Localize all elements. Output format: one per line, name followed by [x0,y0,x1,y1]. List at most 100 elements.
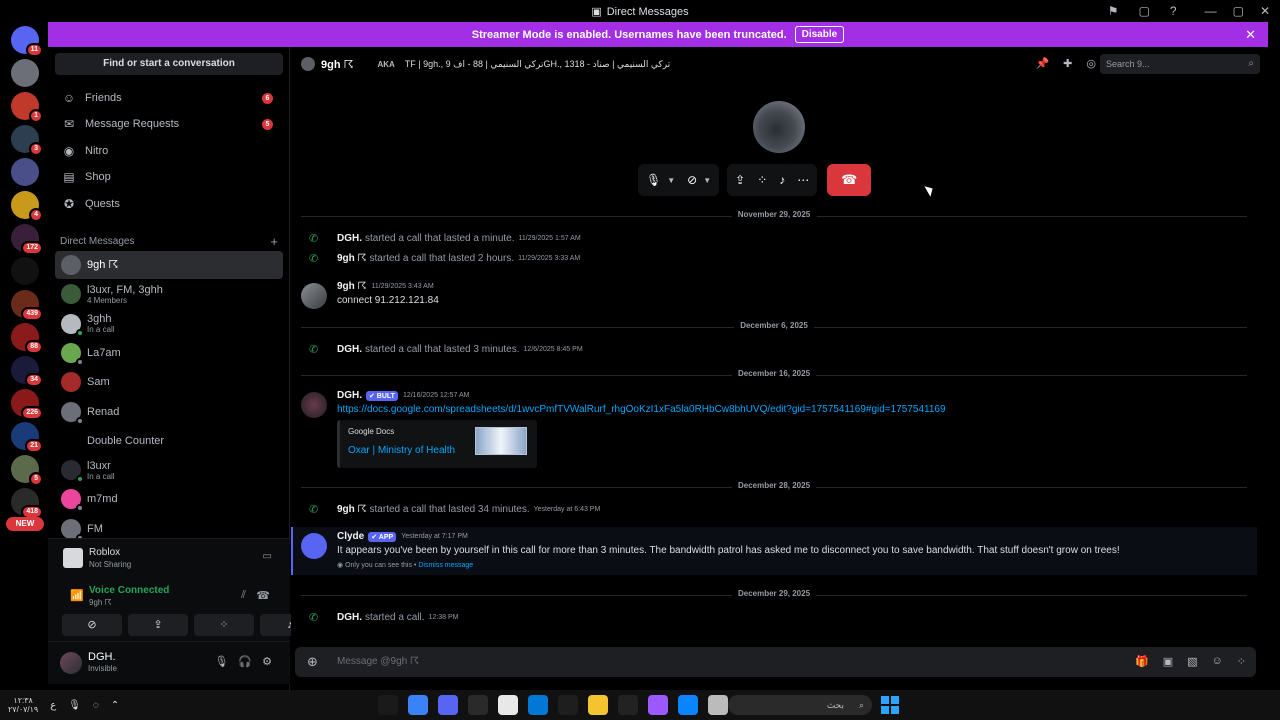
call-author[interactable]: 9gh ☈ [337,504,367,515]
settings-gear-icon[interactable]: ⚙ [262,655,272,668]
chevron-up-icon[interactable]: ⌃ [111,700,119,711]
call-author[interactable]: DGH. [337,344,362,355]
activities-button[interactable]: ⁘ [194,614,254,636]
stream-game-icon[interactable]: ▭ [263,551,272,562]
headphones-icon[interactable]: 🎧 [238,655,252,668]
gif-icon[interactable]: ▣ [1163,655,1173,668]
screen-share-icon[interactable]: ▢ [1139,4,1150,18]
end-call-button[interactable]: ☎ [827,164,872,196]
taskbar-app-icon[interactable] [588,695,608,715]
screen-share-button[interactable]: ⇪ [128,614,188,636]
minimize-button[interactable]: — [1205,4,1217,18]
channel-name[interactable]: 9gh ☈ [321,58,353,71]
windows-start-icon[interactable] [881,696,899,714]
voice-status[interactable]: Voice Connected [89,585,169,596]
server-icon[interactable]: 172 [11,224,43,255]
taskbar-app-icon[interactable] [618,695,638,715]
create-dm-icon[interactable]: + [270,234,278,249]
camera-off-button[interactable]: ⊘ [62,614,122,636]
taskbar-app-icon[interactable] [708,695,728,715]
taskbar-app-icon[interactable] [678,695,698,715]
emoji-icon[interactable]: ☺ [1212,655,1223,668]
clyde-avatar[interactable] [301,533,327,559]
server-icon[interactable]: 11 [11,26,43,57]
taskbar-app-icon[interactable] [378,695,398,715]
chevron-down-icon[interactable]: ▼ [703,176,711,185]
server-icon[interactable]: 34 [11,356,43,387]
nav-friends[interactable]: ☺ Friends 6 [55,85,283,111]
gift-icon[interactable]: 🎁 [1135,655,1149,668]
call-author[interactable]: DGH. [337,233,362,244]
dm-item[interactable]: Double Counter [55,427,283,455]
soundboard-icon[interactable]: ♪ [779,173,785,187]
share-screen-icon[interactable]: ⇪ [735,173,745,187]
apps-icon[interactable]: ⁘ [1237,655,1246,668]
call-author[interactable]: DGH. [337,612,362,623]
dm-item[interactable]: l3uxr In a call [55,456,283,484]
message-composer[interactable]: ⊕ Message @9gh ☈ 🎁 ▣ ▧ ☺ ⁘ [295,647,1256,677]
server-icon[interactable] [11,257,39,285]
dm-item[interactable]: Sam [55,368,283,396]
dm-item[interactable]: La7am [55,339,283,367]
taskbar-app-icon[interactable] [468,695,488,715]
noise-suppression-icon[interactable]: ⫽ [241,589,246,602]
server-icon[interactable]: 3 [11,125,43,156]
taskbar-app-icon[interactable] [498,695,518,715]
profile-icon[interactable]: ◎ [1086,57,1096,70]
network-icon[interactable]: ◌ [93,700,99,711]
server-icon[interactable]: 5 [11,455,43,486]
add-friends-icon[interactable]: ✚ [1063,57,1072,70]
nav-message-requests[interactable]: ✉ Message Requests 5 [55,111,283,137]
message-author[interactable]: Clyde [337,531,364,542]
disable-streamer-button[interactable]: Disable [794,26,845,43]
embed-thumbnail[interactable] [475,427,527,455]
find-conversation-button[interactable]: Find or start a conversation [55,53,283,75]
server-icon[interactable] [11,59,39,87]
dm-item[interactable]: l3uxr, FM, 3ghh 4 Members [55,280,283,308]
message-author[interactable]: DGH. [337,390,362,401]
server-icon[interactable]: 439 [11,290,43,321]
nav-nitro[interactable]: ◉ Nitro [55,138,283,164]
taskbar-app-icon[interactable] [648,695,668,715]
nav-quests[interactable]: ✪ Quests [55,191,283,217]
microphone-tray-icon[interactable]: 🎙 [68,700,81,711]
message-avatar[interactable] [301,392,327,418]
call-author[interactable]: 9gh ☈ [337,253,367,264]
dm-item[interactable]: 9gh ☈ [55,251,283,279]
camera-off-icon[interactable]: ⊘ [687,173,697,187]
server-icon[interactable]: 226 [11,389,43,420]
message-avatar[interactable] [301,283,327,309]
embed-title[interactable]: Oxar | Ministry of Health [348,445,455,456]
sticker-icon[interactable]: ▧ [1187,655,1197,668]
dm-item[interactable]: 3ghh In a call [55,310,283,338]
microphone-icon[interactable]: 🎙 [646,173,661,187]
taskbar-app-icon[interactable] [558,695,578,715]
taskbar-app-icon[interactable] [408,695,428,715]
pin-icon[interactable]: 📌 [1035,57,1049,70]
microphone-icon[interactable]: 🎙 [214,655,228,668]
taskbar-app-icon[interactable] [438,695,458,715]
message-link[interactable]: https://docs.google.com/spreadsheets/d/1… [337,404,946,415]
chevron-down-icon[interactable]: ▼ [667,176,675,185]
dm-item[interactable]: m7md [55,485,283,513]
language-icon[interactable]: ع [50,700,56,711]
server-icon[interactable]: 21 [11,422,43,453]
disconnect-icon[interactable]: ☎ [256,589,270,602]
server-icon[interactable]: 1 [11,92,43,123]
maximize-button[interactable]: ▢ [1233,4,1244,18]
taskbar-search[interactable]: بحث ⌕ [728,695,872,715]
more-options-icon[interactable]: ⋯ [797,173,809,187]
server-icon[interactable]: 418 [11,488,43,519]
activities-icon[interactable]: ⁘ [757,173,767,187]
user-avatar[interactable] [60,652,82,674]
server-icon[interactable] [11,158,39,186]
close-window-button[interactable]: ✕ [1260,4,1270,18]
inbox-flag-icon[interactable]: ⚑ [1108,4,1119,18]
taskbar-app-icon[interactable] [528,695,548,715]
attach-plus-icon[interactable]: ⊕ [307,654,318,670]
dm-item[interactable]: Renad [55,398,283,426]
call-participant-avatar[interactable] [753,101,805,153]
nav-shop[interactable]: ▤ Shop [55,164,283,190]
taskbar-clock[interactable]: ١٢:٣٨ ٢٧/٠٧/١٩ [8,696,38,714]
server-icon[interactable]: 88 [11,323,43,354]
